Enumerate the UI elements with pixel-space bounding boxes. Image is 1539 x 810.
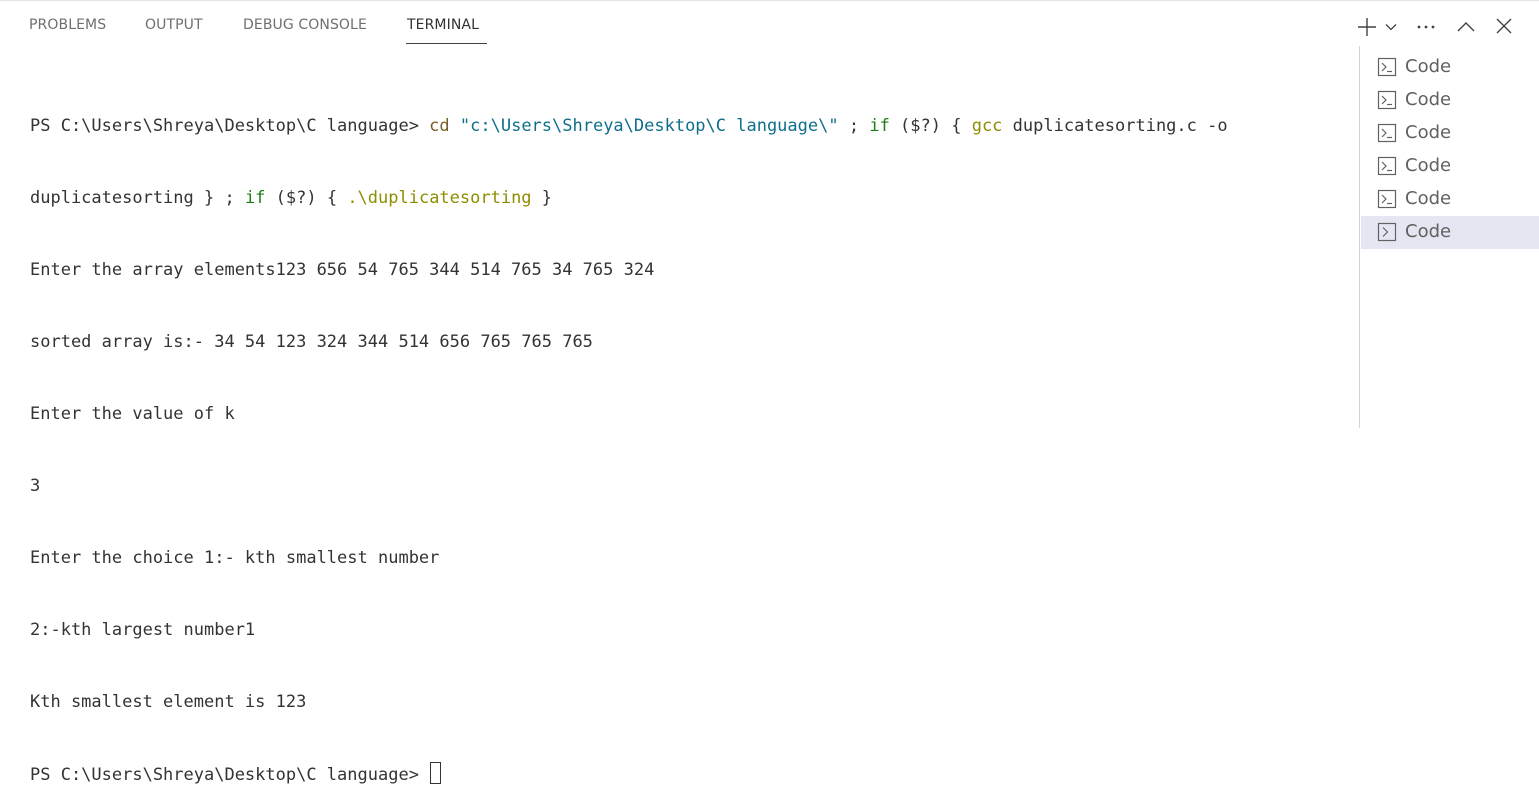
command-line-1: PS C:\Users\Shreya\Desktop\C language> c…: [30, 114, 1340, 138]
command-line-2: duplicatesorting } ; if ($?) { .\duplica…: [30, 186, 1340, 210]
output-line: Kth smallest element is 123: [30, 692, 307, 712]
space-text: [450, 116, 460, 136]
if-keyword: if: [244, 188, 266, 208]
condition-text: ($?) {: [889, 116, 972, 136]
panel-divider[interactable]: [1359, 46, 1360, 428]
gcc-args: duplicatesorting.c -o: [1002, 116, 1228, 136]
exe-command: .\duplicatesorting: [347, 188, 532, 208]
output-line: sorted array is:- 34 54 123 324 344 514 …: [30, 332, 593, 352]
chevron-down-icon[interactable]: [1384, 20, 1398, 34]
terminal-icon: [1377, 222, 1397, 242]
output-line: Enter the value of k: [30, 404, 235, 424]
output-line: Enter the array elements123 656 54 765 3…: [30, 260, 655, 280]
output-line: 3: [30, 476, 41, 496]
terminal-list-label: Code: [1405, 188, 1452, 209]
terminal-list-label: Code: [1405, 221, 1452, 242]
tab-output[interactable]: OUTPUT: [145, 17, 203, 33]
terminal-cursor: [430, 762, 442, 784]
terminal-list-item[interactable]: Code: [1361, 84, 1539, 117]
terminal-list-label: Code: [1405, 122, 1452, 143]
terminal-list-item[interactable]: Code: [1361, 117, 1539, 150]
terminal-list-item-selected[interactable]: Code: [1361, 216, 1539, 249]
terminal-list-item[interactable]: Code: [1361, 150, 1539, 183]
cd-command: cd: [429, 116, 450, 136]
active-tab-indicator: [406, 43, 487, 44]
closing-brace: }: [531, 188, 553, 208]
terminal-output[interactable]: PS C:\Users\Shreya\Desktop\C language> c…: [30, 66, 1340, 810]
more-icon[interactable]: [1415, 16, 1437, 38]
tab-debug-console[interactable]: DEBUG CONSOLE: [243, 17, 367, 33]
terminal-list-item[interactable]: Code: [1361, 51, 1539, 84]
separator-text: ;: [838, 116, 870, 136]
terminal-icon: [1377, 123, 1397, 143]
terminal-list-item[interactable]: Code: [1361, 183, 1539, 216]
gcc-command: gcc: [971, 116, 1003, 136]
prompt-text: PS C:\Users\Shreya\Desktop\C language>: [30, 116, 430, 136]
terminal-icon: [1377, 57, 1397, 77]
tab-problems[interactable]: PROBLEMS: [29, 17, 106, 33]
final-prompt: PS C:\Users\Shreya\Desktop\C language>: [30, 765, 430, 785]
chevron-up-icon[interactable]: [1455, 16, 1477, 38]
plus-icon[interactable]: [1356, 16, 1378, 38]
terminal-list-label: Code: [1405, 89, 1452, 110]
args-text: duplicatesorting } ;: [30, 188, 245, 208]
terminal-icon: [1377, 189, 1397, 209]
if-keyword: if: [869, 116, 890, 136]
tab-terminal[interactable]: TERMINAL: [407, 17, 479, 33]
prompt-line: PS C:\Users\Shreya\Desktop\C language>: [30, 762, 1340, 786]
terminal-list-label: Code: [1405, 155, 1452, 176]
close-icon[interactable]: [1494, 16, 1514, 36]
terminal-icon: [1377, 156, 1397, 176]
terminal-list-label: Code: [1405, 56, 1452, 77]
output-line: 2:-kth largest number1: [30, 620, 256, 640]
condition-text: ($?) {: [265, 188, 348, 208]
terminal-icon: [1377, 90, 1397, 110]
top-border: [0, 0, 1539, 1]
output-line: Enter the choice 1:- kth smallest number: [30, 548, 440, 568]
path-string: "c:\Users\Shreya\Desktop\C language\": [459, 116, 839, 136]
terminal-list: Code Code Code Code Code Code: [1361, 51, 1539, 249]
